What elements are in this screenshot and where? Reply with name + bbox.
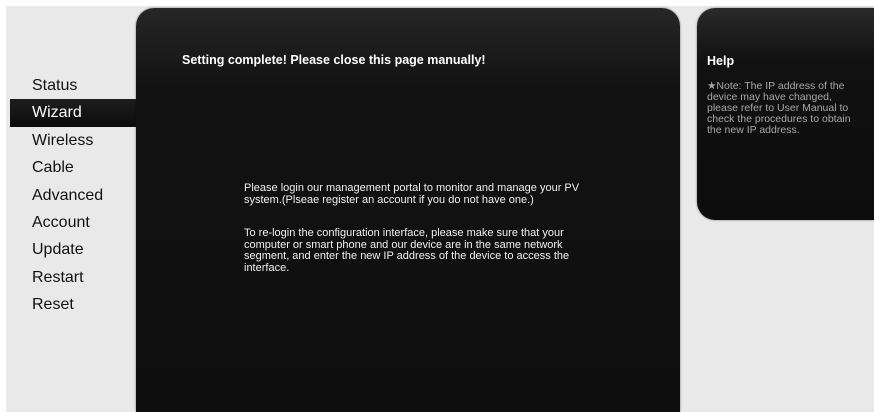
sidebar-item-status[interactable]: Status — [10, 72, 136, 99]
sidebar-item-reset[interactable]: Reset — [10, 291, 136, 318]
sidebar-item-wizard[interactable]: Wizard — [10, 99, 136, 127]
help-panel: Help ★Note: The IP address of the device… — [697, 8, 874, 220]
sidebar-item-advanced[interactable]: Advanced — [10, 182, 136, 209]
help-title: Help — [707, 54, 735, 68]
portal-message: Please login our management portal to mo… — [244, 182, 580, 206]
help-note-text: ★Note: The IP address of the device may … — [707, 80, 851, 136]
sidebar-item-restart[interactable]: Restart — [10, 264, 136, 291]
main-content-panel: Setting complete! Please close this page… — [136, 8, 680, 412]
sidebar-nav: Status Wizard Wireless Cable Advanced Ac… — [10, 72, 136, 319]
sidebar-item-cable[interactable]: Cable — [10, 154, 136, 181]
relogin-message: To re-login the configuration interface,… — [244, 227, 570, 274]
sidebar-item-account[interactable]: Account — [10, 209, 136, 236]
sidebar-item-update[interactable]: Update — [10, 236, 136, 263]
page-title: Setting complete! Please close this page… — [182, 53, 486, 67]
sidebar-item-wireless[interactable]: Wireless — [10, 127, 136, 154]
